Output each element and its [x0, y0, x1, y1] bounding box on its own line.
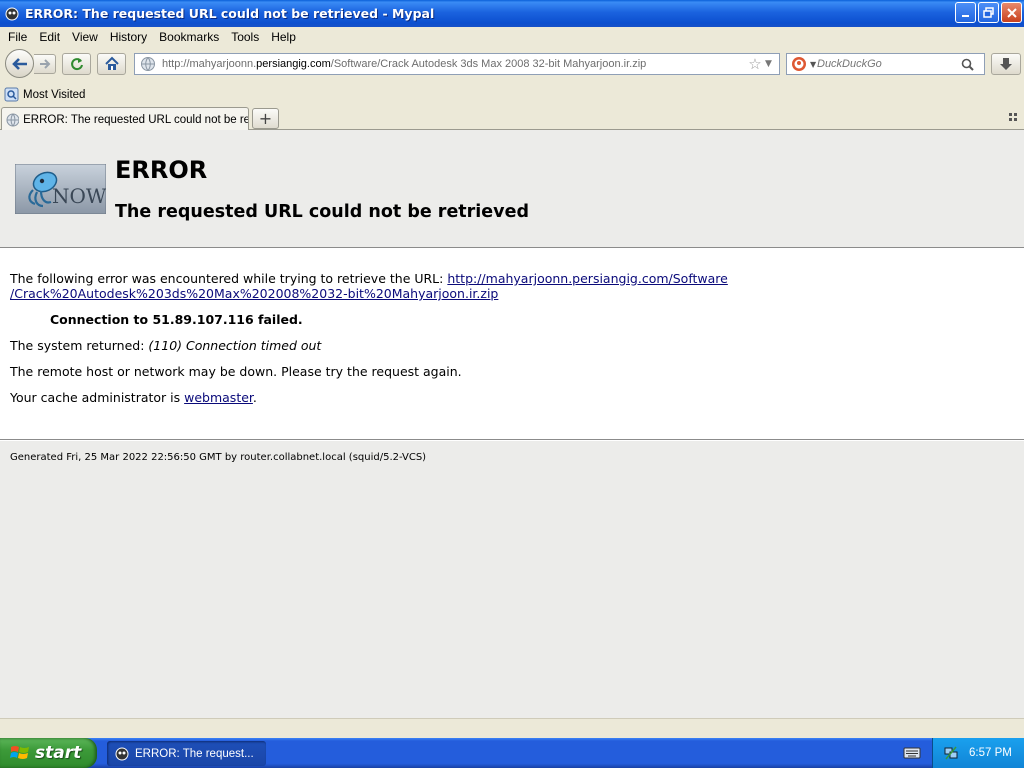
tab-favicon-globe-icon	[6, 113, 20, 126]
connection-failed-message: Connection to 51.89.107.116 failed.	[50, 312, 303, 327]
tab-strip: ERROR: The requested URL could not be re…	[0, 105, 1024, 131]
download-arrow-icon	[1000, 58, 1012, 70]
url-text[interactable]: http://mahyarjoonn.persiangig.com/Softwa…	[162, 58, 745, 70]
network-icon[interactable]	[943, 745, 959, 761]
menu-bookmarks[interactable]: Bookmarks	[155, 30, 225, 44]
cache-admin-paragraph: Your cache administrator is webmaster.	[10, 390, 257, 405]
tab-label: ERROR: The requested URL could not be re…	[23, 113, 248, 126]
mypal-taskbar-icon	[115, 747, 129, 760]
system-returned-paragraph: The system returned: (110) Connection ti…	[10, 338, 321, 353]
forward-button[interactable]	[34, 54, 56, 74]
taskbar: start ERROR: The request... 6:57 PM	[0, 738, 1024, 768]
system-returned-value: (110) Connection timed out	[148, 338, 322, 353]
restore-button[interactable]	[978, 2, 999, 23]
window-title-bar[interactable]: ERROR: The requested URL could not be re…	[0, 0, 1024, 27]
requested-url-link-line2[interactable]: /Crack%20Autodesk%203ds%20Max%202008%203…	[10, 286, 498, 301]
search-engine-selector[interactable]: ▼	[787, 56, 817, 72]
menu-history[interactable]: History	[106, 30, 153, 44]
downloads-button[interactable]	[991, 53, 1021, 75]
back-button[interactable]	[5, 49, 34, 78]
plus-icon: +	[258, 109, 273, 128]
close-icon	[1006, 7, 1017, 18]
clock[interactable]: 6:57 PM	[969, 747, 1012, 759]
url-link-continued: /Crack%20Autodesk%203ds%20Max%202008%203…	[10, 286, 498, 301]
keyboard-language-icon[interactable]	[903, 746, 921, 760]
intro-paragraph: The following error was encountered whil…	[10, 271, 728, 286]
back-arrow-icon	[11, 57, 27, 70]
logo-text: NOW	[52, 184, 106, 208]
taskbar-window-label: ERROR: The request...	[135, 747, 254, 760]
webmaster-link[interactable]: webmaster	[184, 390, 253, 405]
menu-edit[interactable]: Edit	[35, 30, 66, 44]
close-button[interactable]	[1001, 2, 1022, 23]
most-visited-bookmark[interactable]: Most Visited	[23, 89, 85, 101]
menu-view[interactable]: View	[68, 30, 104, 44]
reload-icon	[70, 58, 83, 71]
system-tray: 6:57 PM	[932, 738, 1024, 768]
cache-admin-period: .	[252, 390, 257, 405]
generated-footer: Generated Fri, 25 Mar 2022 22:56:50 GMT …	[10, 452, 427, 463]
requested-url-link[interactable]: http://mahyarjoonn.persiangig.com/Softwa…	[447, 271, 728, 286]
error-subheading: The requested URL could not be retrieved	[115, 202, 529, 222]
status-bar	[0, 718, 1024, 738]
bookmarks-toolbar: Most Visited	[0, 84, 1024, 105]
url-dropdown-icon[interactable]: ▼	[765, 59, 779, 69]
duckduckgo-icon	[792, 57, 806, 71]
restore-icon	[982, 6, 994, 18]
home-icon	[104, 56, 119, 70]
minimize-icon	[961, 14, 969, 17]
error-heading: ERROR	[115, 156, 208, 184]
forward-arrow-icon	[39, 59, 50, 69]
menu-tools[interactable]: Tools	[227, 30, 265, 44]
minimize-button[interactable]	[955, 2, 976, 23]
remote-host-message: The remote host or network may be down. …	[10, 364, 462, 379]
search-bar[interactable]: ▼	[786, 53, 985, 75]
footer-divider	[0, 439, 1024, 441]
menu-file[interactable]: File	[4, 30, 33, 44]
mypal-app-icon	[4, 6, 20, 22]
menu-bar: File Edit View History Bookmarks Tools H…	[0, 27, 1024, 46]
new-tab-button[interactable]: +	[252, 108, 279, 129]
url-bar[interactable]: http://mahyarjoonn.persiangig.com/Softwa…	[134, 53, 780, 75]
menu-help[interactable]: Help	[267, 30, 302, 44]
search-icon[interactable]	[957, 58, 977, 71]
intro-text: The following error was encountered whil…	[10, 271, 448, 286]
page-content: NOW ERROR The requested URL could not be…	[0, 130, 1024, 718]
tab-error-page[interactable]: ERROR: The requested URL could not be re…	[1, 107, 249, 131]
search-input[interactable]	[817, 58, 957, 70]
reload-button[interactable]	[62, 53, 91, 75]
squid-logo: NOW	[14, 163, 107, 215]
engine-dropdown-icon: ▼	[810, 59, 817, 69]
start-label: start	[35, 743, 82, 763]
cache-admin-label: Your cache administrator is	[10, 390, 185, 405]
bookmark-star-icon[interactable]: ☆	[745, 55, 765, 73]
system-returned-label: The system returned:	[10, 338, 149, 353]
home-button[interactable]	[97, 53, 126, 75]
list-all-tabs-icon[interactable]	[1008, 112, 1018, 122]
taskbar-mypal-window[interactable]: ERROR: The request...	[107, 741, 266, 766]
most-visited-folder-icon	[4, 87, 19, 102]
window-title: ERROR: The requested URL could not be re…	[25, 6, 435, 21]
start-button[interactable]: start	[0, 738, 97, 768]
navigation-toolbar: http://mahyarjoonn.persiangig.com/Softwa…	[0, 46, 1024, 83]
globe-icon	[141, 57, 155, 71]
windows-logo-icon	[10, 746, 29, 759]
